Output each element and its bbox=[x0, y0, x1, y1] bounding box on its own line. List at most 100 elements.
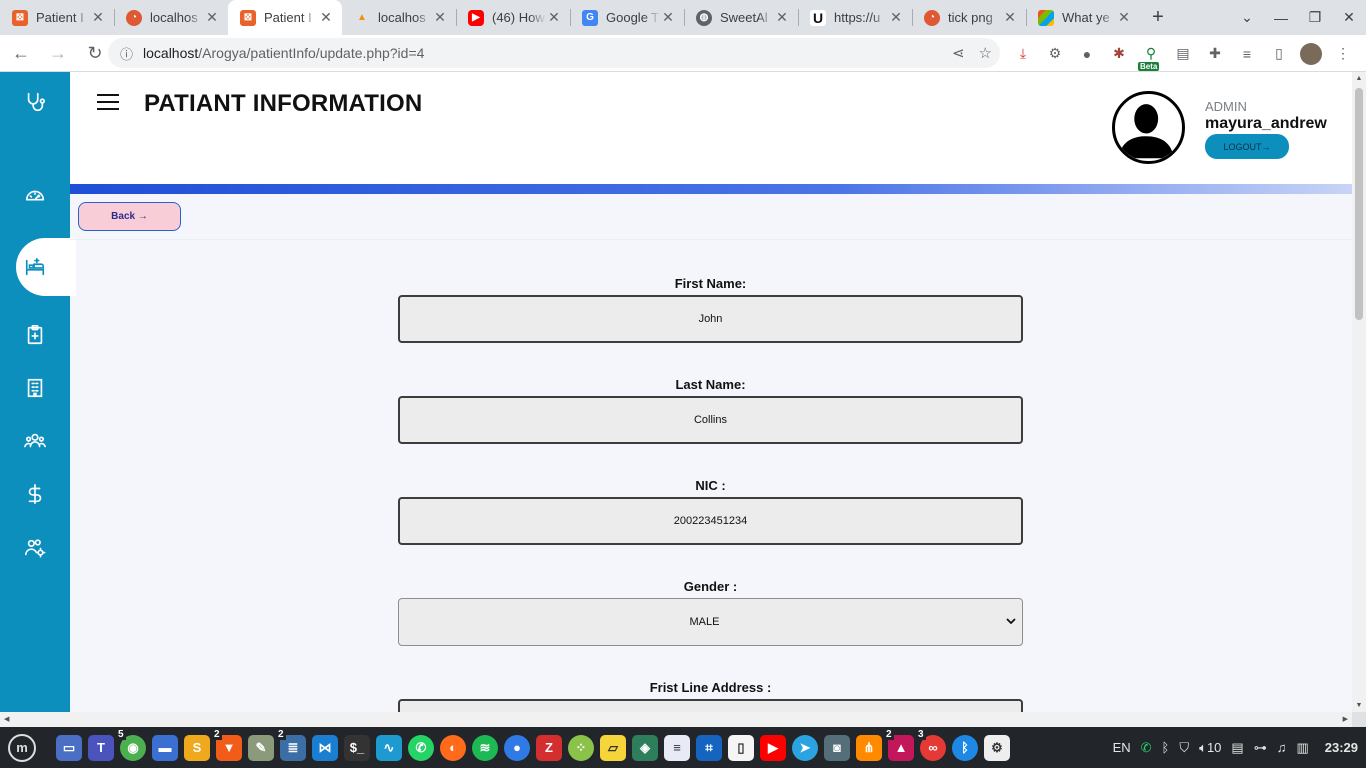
download-icon[interactable]: ⤓ bbox=[1012, 43, 1034, 65]
gender-select[interactable]: MALE bbox=[398, 598, 1023, 646]
language-indicator[interactable]: EN bbox=[1113, 740, 1131, 755]
last-name-field[interactable] bbox=[398, 396, 1023, 444]
profile-avatar[interactable] bbox=[1300, 42, 1322, 65]
share-icon[interactable]: ⋖ bbox=[952, 44, 965, 62]
photos-icon[interactable]: 2 ▲ bbox=[884, 728, 914, 761]
close-icon[interactable]: ✕ bbox=[204, 9, 220, 26]
sublime-text-icon[interactable]: S bbox=[184, 734, 210, 761]
sidebar-item-billing[interactable] bbox=[0, 474, 70, 514]
clipboard-tray-icon[interactable]: ▤ bbox=[1231, 740, 1243, 756]
browser-tab[interactable]: ◔ tick png ✕ bbox=[912, 0, 1026, 35]
network-tool-icon[interactable]: ⌗ bbox=[696, 734, 722, 761]
youtube-app-icon[interactable]: ▶ bbox=[760, 734, 786, 761]
media-queue-icon[interactable]: ≡ bbox=[1236, 43, 1258, 65]
system-monitor-icon[interactable]: ∿ bbox=[376, 734, 402, 761]
close-icon[interactable]: ✕ bbox=[660, 9, 676, 26]
battery-tray-icon[interactable]: ▥ bbox=[1296, 740, 1308, 756]
avatar[interactable] bbox=[1112, 91, 1185, 164]
screenshot-icon[interactable]: ◙ bbox=[824, 734, 850, 761]
brave-icon[interactable]: 2 ▼ bbox=[212, 728, 242, 761]
sidebar-item-patients[interactable] bbox=[16, 238, 76, 296]
blank-document-icon[interactable]: ▯ bbox=[728, 734, 754, 761]
firefox-icon[interactable]: ◐ bbox=[440, 734, 466, 761]
forward-arrow-icon[interactable]: → bbox=[42, 43, 74, 64]
scrollbar-thumb[interactable] bbox=[1355, 88, 1363, 320]
document-viewer-icon[interactable]: ≡ bbox=[664, 734, 690, 761]
browser-tab[interactable]: What ye ✕ bbox=[1026, 0, 1140, 35]
folder-icon[interactable]: ▬ bbox=[152, 734, 178, 761]
browser-tab[interactable]: ▲ localhos ✕ bbox=[342, 0, 456, 35]
chrome-icon[interactable]: 5 ◉ bbox=[116, 728, 146, 761]
bug-icon[interactable]: ✱ bbox=[1108, 43, 1130, 65]
puzzle-extensions-icon[interactable]: ✚ bbox=[1204, 43, 1226, 65]
close-icon[interactable]: ✕ bbox=[1116, 9, 1132, 26]
menu-kebab-icon[interactable]: ⋮ bbox=[1332, 43, 1354, 65]
address-line1-field[interactable] bbox=[398, 699, 1023, 712]
calculator-icon[interactable]: ⁘ bbox=[568, 734, 594, 761]
scroll-left-icon[interactable]: ◀ bbox=[4, 715, 9, 723]
sidebar-item-home[interactable] bbox=[0, 82, 70, 122]
glasses-app-icon[interactable]: 3 ∞ bbox=[916, 728, 946, 761]
tab-search-icon[interactable]: ⌄ bbox=[1230, 9, 1264, 26]
music-tray-icon[interactable]: ♫ bbox=[1277, 740, 1287, 755]
scroll-right-icon[interactable]: ▶ bbox=[1343, 715, 1348, 723]
new-tab-button[interactable]: + bbox=[1144, 6, 1172, 29]
settings-icon[interactable]: ⚙ bbox=[984, 734, 1010, 761]
zotero-icon[interactable]: Z bbox=[536, 734, 562, 761]
sidebar-item-appointments[interactable] bbox=[0, 315, 70, 355]
close-icon[interactable]: ✕ bbox=[318, 9, 334, 26]
minimize-icon[interactable]: — bbox=[1264, 10, 1298, 26]
clock[interactable]: 23:29 bbox=[1325, 740, 1358, 755]
browser-tab[interactable]: ⊠ Patient I ✕ bbox=[0, 0, 114, 35]
map-pin-icon[interactable]: ● bbox=[504, 734, 530, 761]
close-icon[interactable]: ✕ bbox=[1002, 9, 1018, 26]
layers-icon[interactable]: ◈ bbox=[632, 734, 658, 761]
network-tray-icon[interactable]: ⊶ bbox=[1254, 740, 1267, 756]
browser-tab[interactable]: ◍ SweetAl ✕ bbox=[684, 0, 798, 35]
logout-button[interactable]: LOGOUT→ bbox=[1205, 134, 1289, 159]
close-icon[interactable]: ✕ bbox=[90, 9, 106, 26]
shield-icon[interactable]: ⛉ bbox=[1179, 740, 1189, 756]
sticky-notes-icon[interactable]: ▱ bbox=[600, 734, 626, 761]
telegram-icon[interactable]: ➤ bbox=[792, 734, 818, 761]
file-manager-icon[interactable]: ▭ bbox=[56, 734, 82, 761]
browser-tab-active[interactable]: ⊠ Patient I ✕ bbox=[228, 0, 342, 35]
horizontal-scrollbar[interactable]: ◀ ▶ bbox=[0, 712, 1352, 727]
terminal-icon[interactable]: $_ bbox=[344, 734, 370, 761]
close-icon[interactable]: ✕ bbox=[432, 9, 448, 26]
info-icon[interactable]: ⓘ bbox=[120, 44, 133, 63]
beta-extension-icon[interactable]: ⚲ Beta bbox=[1138, 43, 1162, 71]
close-window-icon[interactable]: ✕ bbox=[1332, 9, 1366, 26]
github-icon[interactable]: ● bbox=[1076, 43, 1098, 65]
files-icon[interactable]: 2 ≣ bbox=[276, 728, 306, 761]
sidebar-item-staff[interactable] bbox=[0, 421, 70, 461]
sidebar-item-hospital[interactable] bbox=[0, 368, 70, 408]
whatsapp-icon[interactable]: ✆ bbox=[408, 734, 434, 761]
nic-field[interactable] bbox=[398, 497, 1023, 545]
close-icon[interactable]: ✕ bbox=[546, 9, 562, 26]
git-tool-icon[interactable]: ⋔ bbox=[856, 734, 882, 761]
address-bar[interactable]: ⓘ localhost/Arogya/patientInfo/update.ph… bbox=[108, 38, 1000, 68]
back-button[interactable]: Back → bbox=[78, 202, 181, 231]
side-panel-icon[interactable]: ▯ bbox=[1268, 43, 1290, 65]
close-icon[interactable]: ✕ bbox=[888, 9, 904, 26]
whatsapp-tray-icon[interactable]: ✆ bbox=[1141, 740, 1152, 756]
teams-icon[interactable]: T bbox=[88, 734, 114, 761]
text-editor-icon[interactable]: ✎ bbox=[248, 734, 274, 761]
settings-gear-extension-icon[interactable]: ⚙ bbox=[1044, 43, 1066, 65]
first-name-field[interactable] bbox=[398, 295, 1023, 343]
bluetooth-app-icon[interactable]: ᛒ bbox=[952, 734, 978, 761]
close-icon[interactable]: ✕ bbox=[774, 9, 790, 26]
bookmark-star-icon[interactable]: ☆ bbox=[979, 44, 992, 62]
browser-tab[interactable]: G Google T ✕ bbox=[570, 0, 684, 35]
mint-menu-icon[interactable]: m bbox=[8, 733, 36, 762]
sidebar-item-dashboard[interactable] bbox=[0, 176, 70, 216]
vertical-scrollbar[interactable]: ▲ ▼ bbox=[1352, 72, 1366, 712]
document-icon[interactable]: ▤ bbox=[1172, 43, 1194, 65]
browser-tab[interactable]: ◔ localhos ✕ bbox=[114, 0, 228, 35]
hamburger-menu-icon[interactable] bbox=[97, 94, 119, 110]
vscode-icon[interactable]: ⋈ bbox=[312, 734, 338, 761]
spotify-icon[interactable]: ≋ bbox=[472, 734, 498, 761]
scroll-up-icon[interactable]: ▲ bbox=[1352, 75, 1366, 82]
sidebar-item-user-settings[interactable] bbox=[0, 528, 70, 568]
